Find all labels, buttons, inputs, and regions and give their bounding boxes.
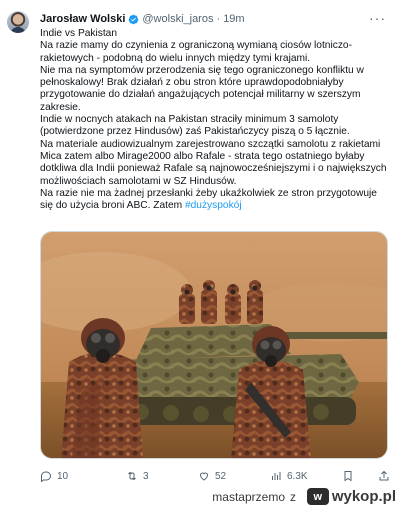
tweet-time[interactable]: · 19m (216, 13, 244, 25)
repost-count: 3 (143, 470, 149, 482)
tweet-paragraph: Indie vs Pakistan (40, 28, 118, 39)
views-button[interactable]: 6.3K (270, 470, 308, 482)
hashtag-link[interactable]: #dużyspokój (185, 200, 242, 211)
wykop-site-name: wykop.pl (331, 488, 396, 505)
wykop-footer: mastaprzemo z w wykop.pl (0, 486, 400, 509)
tweet-paragraph: Nie ma na symptomów przerodzenia się teg… (40, 64, 364, 113)
reply-icon (41, 471, 51, 482)
reply-count: 10 (57, 470, 69, 482)
repost-button[interactable]: 3 (126, 470, 149, 482)
share-button[interactable] (378, 470, 390, 482)
views-chart-icon (272, 472, 281, 480)
author-handle[interactable]: @wolski_jaros (142, 13, 213, 25)
share-icon (379, 470, 389, 481)
wykop-logo[interactable]: w wykop.pl (306, 488, 396, 505)
bookmark-icon (344, 471, 352, 482)
more-options-icon[interactable]: ··· (369, 10, 386, 26)
tweet-header: Jarosław Wolski @wolski_jaros · 19m (40, 12, 245, 26)
tweet-paragraph: Na razie nie ma żadnej przesłanki żeby u… (40, 188, 392, 213)
view-count: 6.3K (287, 470, 308, 482)
reply-button[interactable]: 10 (40, 470, 68, 482)
bookmark-button[interactable] (342, 470, 354, 482)
tweet-paragraph: Na razie mamy do czynienia z ograniczoną… (40, 40, 352, 64)
like-count: 52 (215, 470, 227, 482)
tweet-paragraph: Indie w nocnych atakach na Pakistan stra… (40, 114, 350, 138)
verified-badge-icon (129, 14, 139, 24)
footer-connector: z (290, 490, 296, 504)
soldiers-tank-photo (41, 232, 387, 458)
repost-icon (128, 471, 136, 481)
tweet-actions: 10 3 52 6.3K (40, 470, 392, 484)
wykop-logo-icon: w (306, 488, 329, 505)
heart-icon (199, 472, 209, 481)
tweet-card[interactable]: Jarosław Wolski @wolski_jaros · 19m ··· … (0, 0, 400, 486)
tweet-paragraph: Na materiale audiowizualnym zarejestrowa… (40, 138, 387, 187)
uploader-username[interactable]: mastaprzemo (212, 490, 285, 504)
like-button[interactable]: 52 (198, 470, 226, 482)
tweet-text: Indie vs Pakistan Na razie mamy do czyni… (40, 28, 392, 212)
author-name[interactable]: Jarosław Wolski (40, 13, 125, 25)
author-avatar[interactable] (7, 11, 29, 33)
tweet-photo[interactable] (40, 231, 388, 459)
